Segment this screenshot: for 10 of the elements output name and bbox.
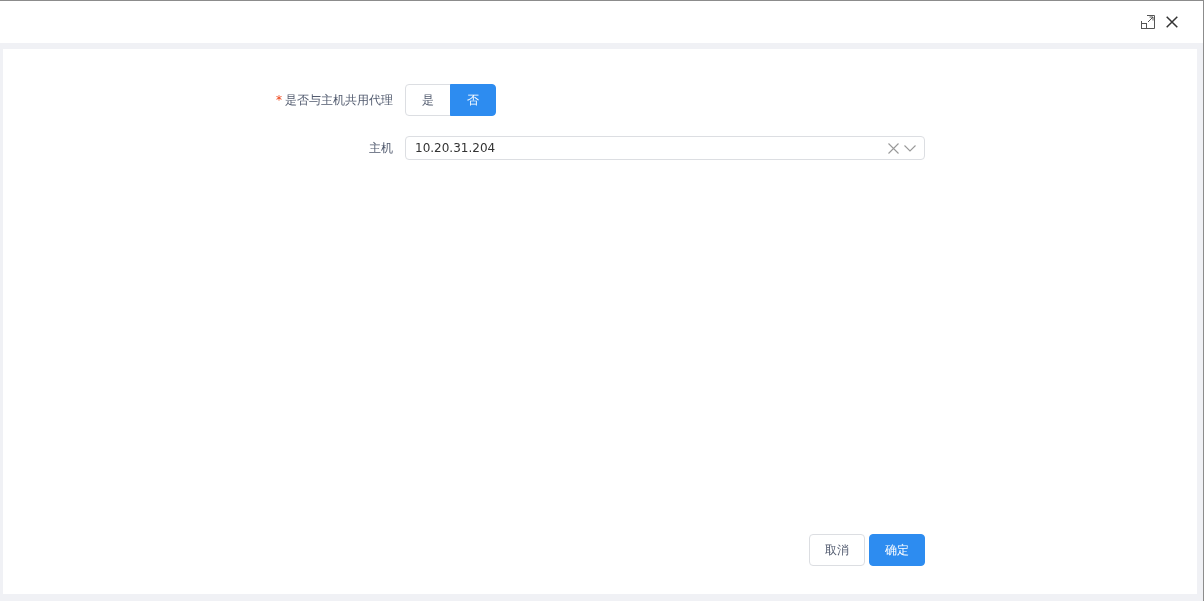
cancel-button[interactable]: 取消 (809, 534, 865, 566)
chevron-down-icon[interactable] (904, 144, 916, 152)
close-icon[interactable] (1166, 16, 1178, 28)
field-label: 是否与主机共用代理 (285, 92, 393, 107)
field-label: 主机 (369, 140, 393, 155)
host-select[interactable]: 10.20.31.204 (405, 136, 925, 160)
clear-icon[interactable] (888, 142, 899, 154)
radio-option[interactable]: 是 (405, 84, 451, 116)
required-mark: * (276, 92, 282, 107)
maximize-icon[interactable] (1141, 15, 1155, 29)
